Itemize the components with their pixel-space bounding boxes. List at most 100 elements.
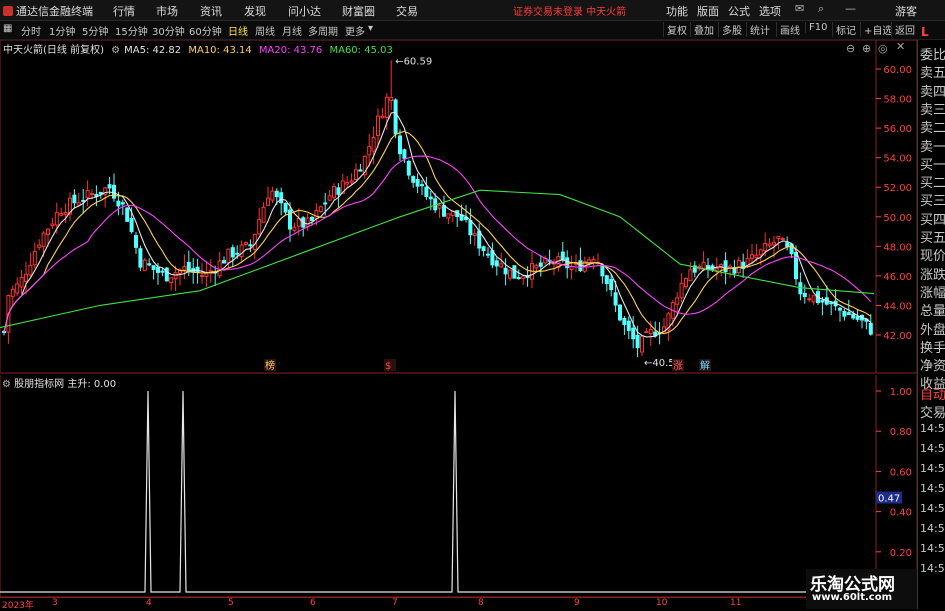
menu-faxian[interactable]: 发现 <box>244 3 266 19</box>
tab-15min[interactable]: 15分钟 <box>115 23 148 38</box>
candle-body <box>226 248 231 264</box>
tool-back[interactable]: 返回 <box>891 22 915 37</box>
indicator-chart[interactable]: 1.00 0.80 0.60 0.40 0.20 0.47 <box>0 375 917 597</box>
tool-duogu[interactable]: 多股 <box>718 22 742 37</box>
quote-label: 现价 <box>920 249 945 265</box>
quote-label: 外盘 <box>920 322 945 338</box>
candle-body <box>631 327 636 340</box>
candle-body <box>512 265 517 279</box>
tool-huaxian[interactable]: 画线 <box>776 22 800 37</box>
chevron-down-icon[interactable]: ▾ <box>368 23 373 34</box>
tab-1min[interactable]: 1分钟 <box>49 23 75 38</box>
tab-fenshi[interactable]: 分时 <box>21 23 41 38</box>
tool-biaoji[interactable]: 标记 <box>832 22 856 37</box>
price-label: 58.00 <box>883 95 912 106</box>
tab-weekly[interactable]: 周线 <box>255 23 275 38</box>
minimize-icon[interactable]: — <box>845 2 856 15</box>
quote-label: 卖五 <box>920 66 945 82</box>
tab-5min[interactable]: 5分钟 <box>82 23 108 38</box>
trade-label[interactable]: 交易 <box>920 402 945 421</box>
candle-body <box>776 235 781 239</box>
candle-body <box>37 244 42 248</box>
candle-body <box>736 259 741 274</box>
date-axis: 2023年 3 4 5 6 7 8 9 10 11 <box>0 597 806 611</box>
event-marker: 榜 <box>265 359 275 372</box>
trade-time: 14:56 <box>920 562 945 575</box>
tool-fuquan[interactable]: 复权 <box>663 22 687 37</box>
price-label: 44.00 <box>883 301 912 312</box>
panel-letter[interactable]: L <box>921 25 929 39</box>
candle-body <box>688 269 693 282</box>
candle-body <box>763 242 768 252</box>
quote-label: 净资 <box>920 359 945 375</box>
date-tick-label: 8 <box>478 598 484 608</box>
tab-30min[interactable]: 30分钟 <box>152 23 185 38</box>
grid-icon[interactable]: ▦ <box>3 23 12 34</box>
candle-body <box>428 196 433 200</box>
tab-multi-period[interactable]: 多周期 <box>308 23 338 38</box>
search-icon[interactable]: ⌕ <box>818 2 824 16</box>
tab-60min[interactable]: 60分钟 <box>189 23 222 38</box>
candle-body <box>754 254 759 259</box>
candle-body <box>266 197 270 206</box>
menu-jiaoyi[interactable]: 交易 <box>396 3 418 19</box>
tab-monthly[interactable]: 月线 <box>282 23 302 38</box>
date-tick-label: 11 <box>730 598 742 608</box>
menu-zixun[interactable]: 资讯 <box>200 3 222 19</box>
guest-label[interactable]: 游客 <box>895 3 917 19</box>
candle-body <box>420 184 424 187</box>
quote-label: 涨幅 <box>920 285 945 301</box>
candle-body <box>156 266 160 273</box>
candle-body <box>173 272 178 280</box>
quote-label: 总量 <box>920 304 945 320</box>
tab-daily[interactable]: 日线 <box>228 23 248 38</box>
candle-body <box>521 275 526 279</box>
tool-tongji[interactable]: 统计 <box>746 22 770 37</box>
candle-body <box>477 230 482 249</box>
candle-body <box>63 212 68 215</box>
candle-body <box>838 307 842 311</box>
quote-label: 买一 <box>920 157 945 173</box>
candle-body <box>415 179 420 187</box>
quote-label: 买四 <box>920 212 945 228</box>
app-title: 通达信金融终端 <box>3 3 93 19</box>
menu-banmian[interactable]: 版面 <box>697 3 719 19</box>
candle-body <box>305 217 310 227</box>
trade-time: 14:56 <box>920 462 945 475</box>
menu-gongneng[interactable]: 功能 <box>666 3 688 19</box>
candle-body <box>349 180 354 183</box>
menu-gongshi[interactable]: 公式 <box>728 3 750 19</box>
candle-body <box>640 335 644 353</box>
candles-group <box>2 60 873 357</box>
quote-label: 卖四 <box>920 84 945 100</box>
tab-more[interactable]: 更多 <box>345 23 365 38</box>
candle-body <box>468 219 473 236</box>
quote-label: 卖一 <box>920 139 945 155</box>
tool-add-favorite[interactable]: +自选 <box>860 22 892 37</box>
candle-body <box>538 262 543 267</box>
tool-f10[interactable]: F10 <box>805 22 827 33</box>
date-tick-label: 7 <box>392 598 398 608</box>
menu-wenxiaoda[interactable]: 问小达 <box>288 3 321 19</box>
candle-body <box>780 238 785 241</box>
indicator-signal-line <box>0 390 876 593</box>
candle-body <box>248 244 253 247</box>
tool-diejia[interactable]: 叠加 <box>690 22 714 37</box>
menu-shichang[interactable]: 市场 <box>156 3 178 19</box>
menu-hangqing[interactable]: 行情 <box>113 3 135 19</box>
candle-body <box>327 195 332 201</box>
menu-caifuquan[interactable]: 财富圈 <box>342 3 375 19</box>
trade-time: 14:56 <box>920 482 945 495</box>
menu-xuanxiang[interactable]: 选项 <box>759 3 781 19</box>
current-value: 0.47 <box>878 494 900 505</box>
high-price-label: ←60.59 <box>395 56 432 67</box>
mail-icon[interactable]: ✉ <box>795 2 804 15</box>
candle-body <box>336 187 341 195</box>
ma10-line <box>3 130 872 335</box>
auto-trade-label[interactable]: 自动 <box>920 384 945 403</box>
login-notice[interactable]: 证券交易未登录 中天火箭 <box>513 3 626 18</box>
candle-body <box>380 115 385 119</box>
candlestick-chart[interactable]: 60.00 58.00 56.00 54.00 52.00 50.00 48.00 46.00… <box>0 40 917 375</box>
candle-body <box>354 169 358 180</box>
trade-time: 14:56 <box>920 542 945 555</box>
